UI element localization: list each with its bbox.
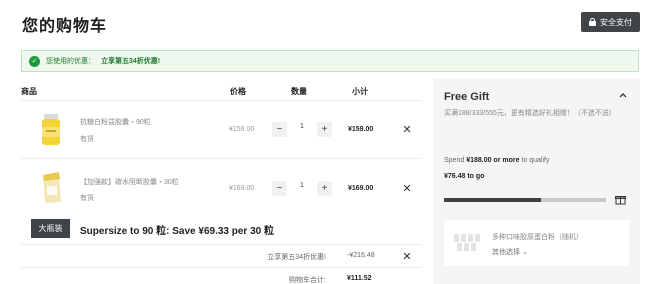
gift-select-dropdown[interactable]: 其他选择 ⌄ (492, 247, 528, 257)
remove-item-icon[interactable]: ✕ (400, 123, 414, 137)
chevron-up-icon[interactable] (618, 90, 628, 100)
product-name[interactable]: 抗糖白粉益胶囊・90粒 (80, 117, 151, 127)
header-price: 价格 (230, 87, 246, 96)
discount-label: 立享第五34折优惠! (267, 254, 326, 261)
free-gift-description: 买满188/333/555元，更有精选好礼相赠！（不选不送） (444, 110, 616, 117)
increase-qty-button[interactable]: + (317, 181, 332, 196)
remove-item-icon[interactable]: ✕ (400, 182, 414, 196)
remove-coupon-icon[interactable]: ✕ (400, 250, 414, 264)
divider (21, 158, 422, 159)
product-price: ¥169.00 (229, 185, 255, 192)
spend-suffix: to qualify (519, 157, 550, 164)
header-quantity: 数量 (291, 87, 307, 96)
secure-checkout-label: 安全支付 (600, 17, 632, 27)
divider (21, 244, 422, 245)
spend-prefix: Spend (444, 157, 467, 164)
product-stock: 有货 (80, 136, 94, 143)
gift-name: 多种口味胶原蛋白粉（随机） (492, 234, 583, 241)
product-name[interactable]: 【加强款】碳水阻断胶囊・30粒 (80, 177, 179, 187)
spend-amount: ¥188.00 or more (466, 157, 520, 164)
product-image-2[interactable] (38, 169, 64, 205)
lock-icon (589, 18, 596, 26)
header-subtotal: 小计 (352, 87, 368, 96)
supersize-badge: 大瓶装 (31, 219, 70, 238)
product-price: ¥159.00 (229, 126, 255, 133)
gift-progress-fill (444, 198, 542, 202)
free-gift-title: Free Gift (444, 91, 490, 103)
quantity-value[interactable]: 1 (294, 123, 310, 130)
discount-value: -¥216.48 (347, 252, 375, 259)
coupon-name: 立享第五34折优惠! (101, 58, 161, 65)
quantity-value[interactable]: 1 (294, 182, 310, 189)
spend-threshold: Spend ¥188.00 or more to qualify (444, 157, 549, 164)
increase-qty-button[interactable]: + (317, 122, 332, 137)
coupon-banner: ✓ 您使用的优惠： 立享第五34折优惠! (21, 50, 639, 72)
decrease-qty-button[interactable]: − (272, 122, 287, 137)
gift-icon (615, 196, 626, 205)
header-product: 商品 (21, 87, 37, 96)
page-title: 您的购物车 (22, 18, 108, 35)
amount-to-go: ¥76.48 to go (444, 173, 485, 180)
gift-product-image (454, 234, 480, 251)
divider (21, 100, 422, 101)
item-subtotal: ¥159.00 (348, 126, 374, 133)
cart-total-label: 购物车合计: (289, 277, 326, 284)
coupon-prefix: 您使用的优惠： (46, 58, 95, 65)
product-image-1[interactable] (38, 111, 64, 147)
product-stock: 有货 (80, 195, 94, 202)
divider (21, 267, 422, 268)
decrease-qty-button[interactable]: − (272, 181, 287, 196)
gift-progress-bar (444, 198, 606, 202)
supersize-offer[interactable]: Supersize to 90 粒: Save ¥69.33 per 30 粒 (80, 222, 274, 237)
secure-checkout-button[interactable]: 安全支付 (581, 12, 640, 32)
item-subtotal: ¥169.00 (348, 185, 374, 192)
cart-total-value: ¥111.52 (347, 275, 372, 282)
check-circle-icon: ✓ (29, 55, 40, 67)
